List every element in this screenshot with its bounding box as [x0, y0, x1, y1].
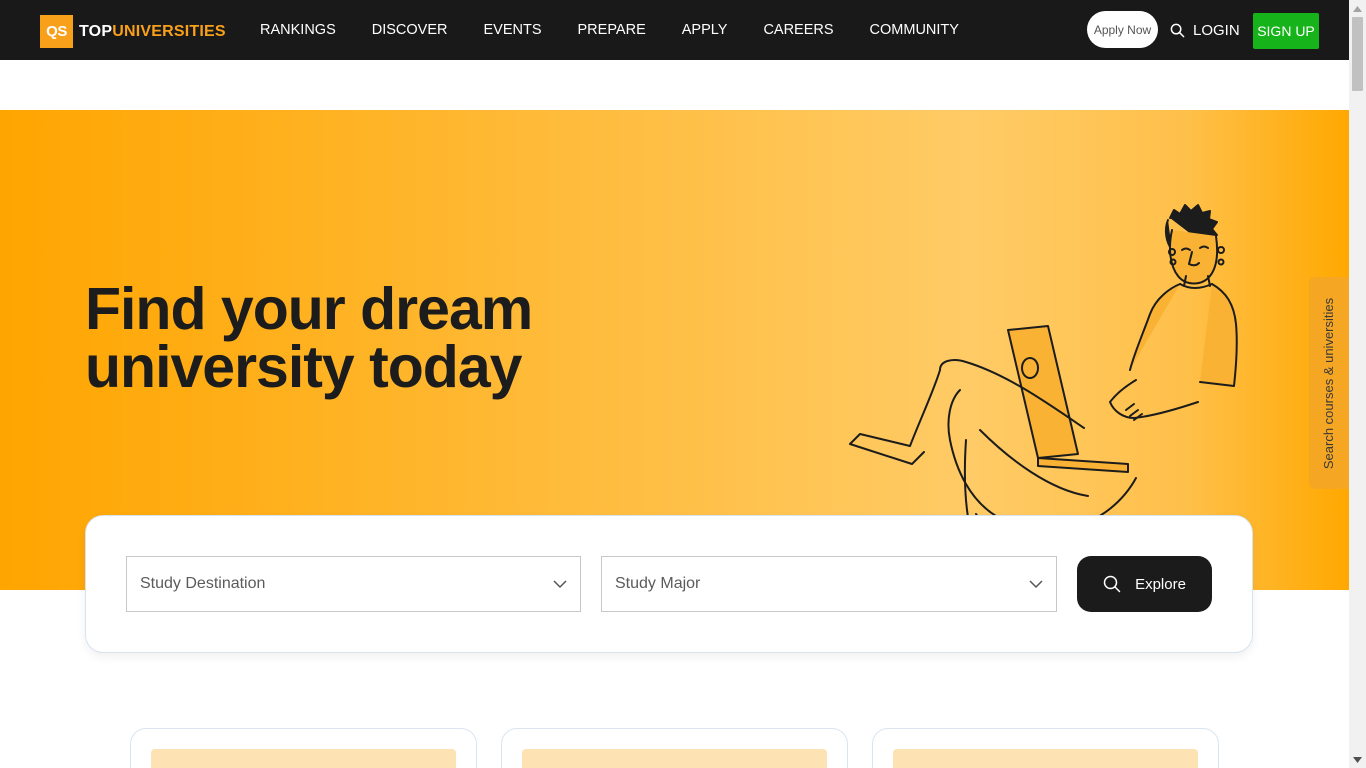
qs-logo-badge: QS [40, 15, 73, 48]
search-icon[interactable] [1170, 23, 1185, 38]
search-courses-side-tab[interactable]: Search courses & universities [1309, 277, 1349, 489]
feature-card[interactable] [501, 728, 848, 768]
menu-item-discover[interactable]: DISCOVER [372, 22, 448, 38]
study-destination-placeholder: Study Destination [140, 575, 266, 592]
menu-item-rankings[interactable]: RANKINGS [260, 22, 336, 38]
main-menu: RANKINGS DISCOVER EVENTS PREPARE APPLY C… [260, 0, 995, 60]
search-login-group: LOGIN [1170, 19, 1240, 41]
search-panel: Study Destination Study Major Explore [85, 515, 1253, 653]
student-with-laptop-illustration [849, 204, 1238, 520]
logo-wordmark: TOPUNIVERSITIES [79, 23, 226, 41]
scroll-up-arrow-icon[interactable] [1349, 0, 1366, 17]
menu-item-prepare[interactable]: PREPARE [578, 22, 646, 38]
scroll-down-arrow-icon[interactable] [1349, 751, 1366, 768]
menu-item-apply[interactable]: APPLY [682, 22, 728, 38]
search-icon [1103, 575, 1121, 593]
chevron-down-icon [553, 580, 567, 589]
top-nav-bar: QS TOPUNIVERSITIES RANKINGS DISCOVER EVE… [0, 0, 1349, 60]
menu-item-events[interactable]: EVENTS [484, 22, 542, 38]
explore-button[interactable]: Explore [1077, 556, 1212, 612]
card-thumbnail [151, 749, 456, 768]
feature-card[interactable] [872, 728, 1219, 768]
apply-now-button[interactable]: Apply Now [1087, 11, 1158, 48]
scroll-thumb[interactable] [1352, 17, 1363, 91]
page-scrollbar[interactable] [1349, 0, 1366, 768]
chevron-down-icon [1029, 580, 1043, 589]
menu-item-careers[interactable]: CAREERS [763, 22, 833, 38]
card-thumbnail [893, 749, 1198, 768]
card-thumbnail [522, 749, 827, 768]
study-destination-select[interactable]: Study Destination [126, 556, 581, 612]
study-major-placeholder: Study Major [615, 575, 701, 592]
page: QS TOPUNIVERSITIES RANKINGS DISCOVER EVE… [0, 0, 1366, 768]
study-major-select[interactable]: Study Major [601, 556, 1057, 612]
logo-text-top: TOP [79, 22, 113, 40]
sign-up-button[interactable]: SIGN UP [1253, 13, 1319, 49]
menu-item-community[interactable]: COMMUNITY [870, 22, 959, 38]
site-logo[interactable]: QS TOPUNIVERSITIES [40, 15, 226, 48]
feature-card[interactable] [130, 728, 477, 768]
side-tab-label: Search courses & universities [1321, 297, 1337, 469]
logo-text-universities: UNIVERSITIES [112, 22, 226, 40]
hero-title: Find your dream university today [85, 276, 533, 400]
explore-button-label: Explore [1135, 575, 1186, 593]
login-link[interactable]: LOGIN [1193, 22, 1240, 39]
